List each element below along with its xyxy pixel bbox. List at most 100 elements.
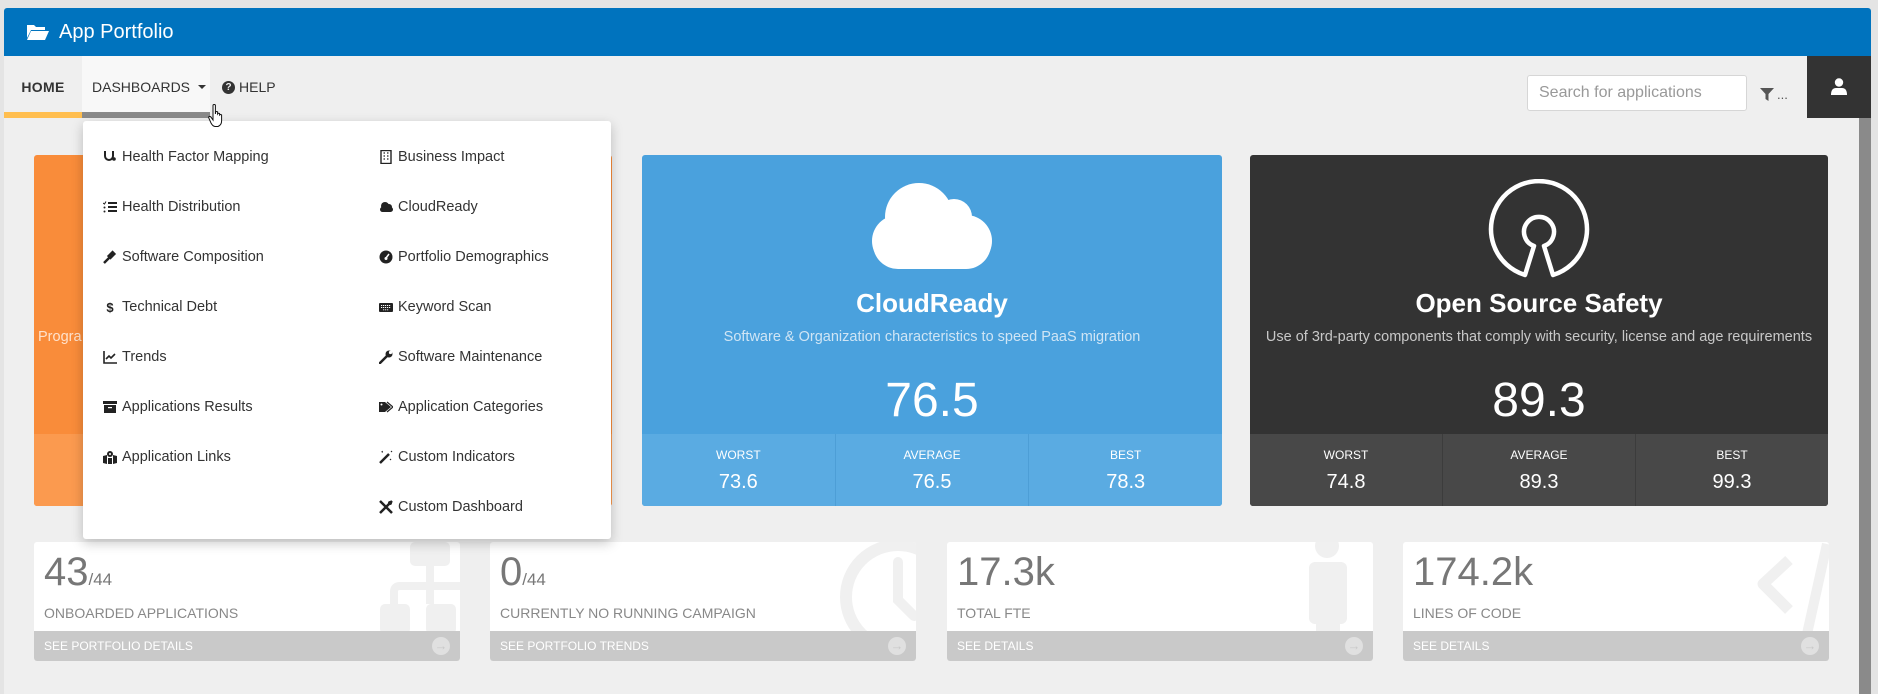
arrow-circle-right-icon: → xyxy=(1345,637,1363,655)
menu-item-portfolio-demographics[interactable]: Portfolio Demographics xyxy=(379,247,549,267)
tile-denominator: /44 xyxy=(522,570,546,589)
menu-item-software-maintenance[interactable]: Software Maintenance xyxy=(379,347,542,367)
dollar-icon: $ xyxy=(106,299,114,315)
vertical-scrollbar[interactable] xyxy=(1859,118,1871,694)
stat-average: AVERAGE 76.5 xyxy=(834,434,1029,506)
stat-best: BEST 99.3 xyxy=(1635,434,1828,506)
stethoscope-icon xyxy=(103,150,117,164)
hand-pointer-cursor-icon xyxy=(208,104,223,127)
see-portfolio-trends-link[interactable]: SEE PORTFOLIO TRENDS → xyxy=(490,631,916,661)
stat-label: BEST xyxy=(1110,448,1142,462)
search-input[interactable] xyxy=(1527,75,1747,111)
see-fte-details-link[interactable]: SEE DETAILS → xyxy=(947,631,1373,661)
tile-onboarded-applications: 43/44 ONBOARDED APPLICATIONS SEE PORTFOL… xyxy=(34,542,460,661)
stat-label: AVERAGE xyxy=(1510,448,1568,462)
nav-dashboards-label: DASHBOARDS xyxy=(92,79,191,95)
menu-item-business-impact[interactable]: Business Impact xyxy=(379,147,504,167)
nav-help-label: HELP xyxy=(239,79,276,95)
menu-item-custom-dashboard[interactable]: Custom Dashboard xyxy=(379,497,523,517)
card-subtitle: Software & Organization characteristics … xyxy=(723,329,1141,345)
menu-item-cloudready[interactable]: CloudReady xyxy=(379,197,478,217)
filter-icon xyxy=(1760,88,1774,101)
dashboards-dropdown-menu: Health Factor Mapping Health Distributio… xyxy=(83,121,611,539)
menu-item-health-factor-mapping[interactable]: Health Factor Mapping xyxy=(103,147,269,167)
card-open-source-safety[interactable]: Open Source Safety Use of 3rd-party comp… xyxy=(1250,155,1828,506)
list-check-icon xyxy=(103,200,117,214)
filter-label: ... xyxy=(1777,87,1788,102)
tile-label: LINES OF CODE xyxy=(1413,605,1522,621)
stat-value: 73.6 xyxy=(718,471,758,493)
nav-dashboards[interactable]: DASHBOARDS xyxy=(82,56,210,118)
tile-value: 43/44 xyxy=(44,550,113,594)
folder-open-icon xyxy=(27,25,49,40)
filter-button[interactable]: ... xyxy=(1760,87,1788,102)
menu-item-keyword-scan[interactable]: Keyword Scan xyxy=(379,297,492,317)
caret-down-icon xyxy=(198,85,207,89)
stat-value: 76.5 xyxy=(912,471,952,493)
tile-label: TOTAL FTE xyxy=(957,605,1031,621)
tile-total-fte: 17.3k TOTAL FTE SEE DETAILS → xyxy=(947,542,1373,661)
stat-value: 74.8 xyxy=(1326,471,1366,493)
arrow-circle-right-icon: → xyxy=(888,637,906,655)
menu-item-application-categories[interactable]: Application Categories xyxy=(379,397,543,417)
menu-item-applications-results[interactable]: Applications Results xyxy=(103,397,253,417)
stat-label: WORST xyxy=(716,448,761,462)
stat-worst: WORST 73.6 xyxy=(642,434,835,506)
user-icon xyxy=(1831,78,1847,95)
tile-label: ONBOARDED APPLICATIONS xyxy=(44,605,239,621)
stat-best: BEST 78.3 xyxy=(1028,434,1222,506)
stat-value: 78.3 xyxy=(1106,471,1146,493)
app-header: App Portfolio xyxy=(4,8,1871,56)
stat-average: AVERAGE 89.3 xyxy=(1442,434,1635,506)
map-marked-icon xyxy=(103,450,117,464)
user-menu-button[interactable] xyxy=(1807,56,1871,118)
tile-value: 174.2k xyxy=(1413,550,1534,594)
arrow-circle-right-icon: → xyxy=(1801,637,1819,655)
tags-icon xyxy=(379,400,393,414)
tile-lines-of-code: 174.2k LINES OF CODE SEE DETAILS → xyxy=(1403,542,1829,661)
see-portfolio-details-link[interactable]: SEE PORTFOLIO DETAILS → xyxy=(34,631,460,661)
cloud-icon xyxy=(379,200,393,214)
stat-value: 89.3 xyxy=(1519,471,1559,493)
menu-item-software-composition[interactable]: Software Composition xyxy=(103,247,264,267)
menu-item-technical-debt[interactable]: $ Technical Debt xyxy=(103,297,217,317)
tile-value: 17.3k xyxy=(957,550,1055,594)
card-subtitle: Use of 3rd-party components that comply … xyxy=(1265,329,1813,345)
stat-worst: WORST 74.8 xyxy=(1250,434,1442,506)
nav-home[interactable]: HOME xyxy=(4,56,82,118)
dashboard-gauge-icon xyxy=(379,250,393,264)
cloud-icon xyxy=(872,183,992,269)
app-title: App Portfolio xyxy=(59,20,174,43)
line-chart-icon xyxy=(103,350,117,364)
building-icon xyxy=(379,150,393,164)
menu-item-health-distribution[interactable]: Health Distribution xyxy=(103,197,240,217)
menu-item-application-links[interactable]: Application Links xyxy=(103,447,231,467)
see-loc-details-link[interactable]: SEE DETAILS → xyxy=(1403,631,1829,661)
tile-value: 0/44 xyxy=(500,550,546,594)
card-title: CloudReady xyxy=(856,288,1008,318)
tile-label: CURRENTLY NO RUNNING CAMPAIGN xyxy=(500,605,756,621)
stat-label: WORST xyxy=(1323,448,1369,462)
menu-item-custom-indicators[interactable]: Custom Indicators xyxy=(379,447,515,467)
app-window: App Portfolio HOME DASHBOARDS ? HELP ... xyxy=(4,8,1871,694)
stat-label: BEST xyxy=(1716,448,1748,462)
nav-home-label: HOME xyxy=(21,79,65,95)
stat-label: AVERAGE xyxy=(903,448,961,462)
main-nav: HOME DASHBOARDS ? HELP ... xyxy=(4,56,1871,118)
card-title: Open Source Safety xyxy=(1415,288,1663,318)
card-stats: WORST 73.6 AVERAGE 76.5 BEST 78.3 xyxy=(642,434,1222,506)
open-source-icon xyxy=(1488,179,1590,278)
question-circle-icon: ? xyxy=(222,80,235,94)
card-score: 76.5 xyxy=(885,374,979,427)
keyboard-icon xyxy=(379,300,393,314)
card-stats: WORST 74.8 AVERAGE 89.3 BEST 99.3 xyxy=(1250,434,1828,506)
tile-denominator: /44 xyxy=(88,570,113,589)
menu-item-trends[interactable]: Trends xyxy=(103,347,167,367)
tile-running-campaign: 0/44 CURRENTLY NO RUNNING CAMPAIGN SEE P… xyxy=(490,542,916,661)
archive-icon xyxy=(103,400,117,414)
tools-icon xyxy=(379,500,393,514)
nav-help[interactable]: ? HELP xyxy=(222,56,276,118)
card-cloudready[interactable]: CloudReady Software & Organization chara… xyxy=(642,155,1222,506)
magic-wand-icon xyxy=(379,450,393,464)
gavel-icon xyxy=(103,250,117,264)
